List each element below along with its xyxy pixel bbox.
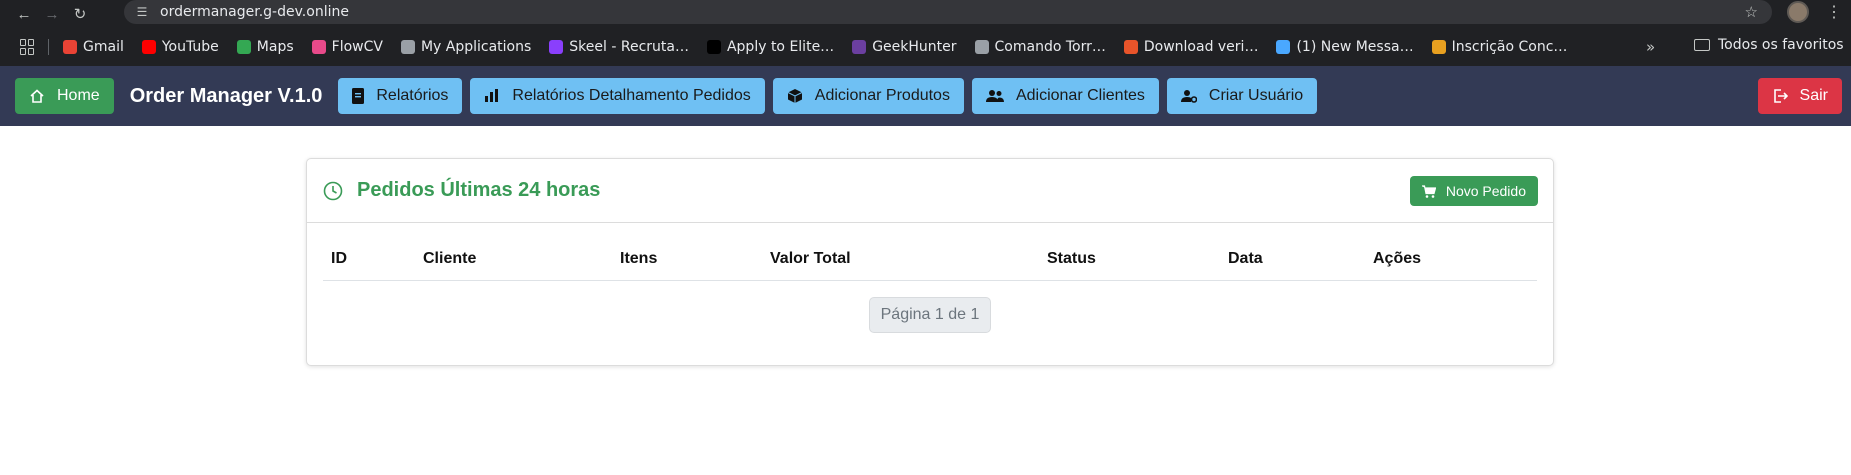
orders-table: ID Cliente Itens Valor Total Status Data… — [323, 243, 1537, 281]
logout-icon — [1772, 88, 1788, 104]
geekhunter-icon — [852, 40, 867, 54]
adicionar-clientes-button[interactable]: Adicionar Clientes — [971, 78, 1159, 114]
reload-button[interactable]: ↻ — [66, 0, 94, 28]
forward-button[interactable]: → — [38, 0, 66, 28]
card-header: Pedidos Últimas 24 horas Novo Pedido — [307, 159, 1553, 223]
column-header-itens: Itens — [620, 250, 658, 267]
bookmark-item[interactable]: FlowCV — [311, 39, 383, 55]
wordpress-icon — [974, 40, 989, 54]
home-label: Home — [57, 87, 100, 104]
bookmarks-separator — [48, 39, 49, 55]
bookmarks-bar: Gmail YouTube Maps FlowCV My Applications Ske… — [0, 28, 1851, 66]
bookmark-label: YouTube — [161, 39, 219, 55]
youtube-icon — [141, 40, 156, 54]
adicionar-produtos-button[interactable]: Adicionar Produtos — [772, 78, 964, 114]
bookmark-label: Comando Torr… — [994, 39, 1106, 55]
bookmark-item[interactable]: Apply to Elite… — [706, 39, 835, 55]
bar-chart-icon — [484, 89, 500, 103]
bookmark-star-icon[interactable]: ☆ — [1745, 3, 1758, 21]
users-icon — [985, 89, 1004, 103]
apps-grid-icon[interactable] — [20, 39, 36, 55]
play-icon — [1276, 40, 1291, 54]
sair-label: Sair — [1799, 87, 1828, 104]
column-header-status: Status — [1047, 250, 1096, 267]
profile-avatar[interactable] — [1787, 1, 1809, 23]
globe-icon — [400, 40, 415, 54]
site-info-icon[interactable]: ☰ — [134, 4, 150, 20]
sair-button[interactable]: Sair — [1757, 78, 1842, 114]
bookmark-item[interactable]: My Applications — [400, 39, 532, 55]
app-navbar: Home Order Manager V.1.0 Relatórios Rela… — [0, 66, 1851, 126]
all-bookmarks-folder[interactable]: Todos os favoritos — [1694, 37, 1844, 53]
bookmark-item[interactable]: Maps — [236, 39, 294, 55]
address-bar-row: ← → ↻ ☰ ordermanager.g-dev.online ☆ ⋮ — [0, 0, 1851, 28]
relatorios-label: Relatórios — [376, 87, 449, 104]
adicionar-clientes-label: Adicionar Clientes — [1015, 87, 1145, 104]
bookmark-item[interactable]: (1) New Messa… — [1276, 39, 1414, 55]
all-bookmarks-label: Todos os favoritos — [1718, 37, 1844, 53]
bookmark-label: Apply to Elite… — [726, 39, 835, 55]
bookmark-item[interactable]: YouTube — [141, 39, 219, 55]
pagination-indicator[interactable]: Página 1 de 1 — [869, 297, 991, 333]
bookmark-item[interactable]: Skeel - Recruta… — [549, 39, 689, 55]
orders-card: Pedidos Últimas 24 horas Novo Pedido ID … — [306, 158, 1554, 366]
clock-icon — [323, 181, 343, 201]
bookmark-label: My Applications — [420, 39, 532, 55]
inscricao-icon — [1431, 40, 1446, 54]
bookmark-item[interactable]: Gmail — [63, 39, 124, 55]
bookmark-item[interactable]: Comando Torr… — [974, 39, 1106, 55]
novo-pedido-label: Novo Pedido — [1445, 183, 1526, 199]
flowcv-icon — [311, 40, 326, 54]
omnibox[interactable]: ☰ ordermanager.g-dev.online ☆ — [124, 0, 1772, 24]
table-header-row: ID Cliente Itens Valor Total Status Data… — [323, 243, 1537, 281]
more-bookmarks-icon[interactable]: » — [1646, 38, 1655, 56]
gmail-icon — [63, 40, 77, 54]
column-header-acoes: Ações — [1373, 250, 1422, 267]
relatorios-detalhamento-button[interactable]: Relatórios Detalhamento Pedidos — [470, 78, 765, 114]
bookmark-label: Gmail — [83, 39, 124, 55]
bookmark-label: Skeel - Recruta… — [569, 39, 689, 55]
card-title: Pedidos Últimas 24 horas — [357, 179, 601, 201]
relatorios-detalhamento-label: Relatórios Detalhamento Pedidos — [512, 87, 751, 104]
bookmark-item[interactable]: Inscrição Conc… — [1431, 39, 1568, 55]
bookmark-label: (1) New Messa… — [1296, 39, 1414, 55]
house-icon — [29, 88, 45, 104]
back-button[interactable]: ← — [10, 0, 38, 28]
adicionar-produtos-label: Adicionar Produtos — [814, 87, 950, 104]
column-header-cliente: Cliente — [423, 250, 477, 267]
document-icon — [352, 88, 365, 104]
bookmark-label: FlowCV — [331, 39, 383, 55]
maps-icon — [236, 40, 251, 54]
bookmark-label: Maps — [256, 39, 294, 55]
browser-chrome: ← → ↻ ☰ ordermanager.g-dev.online ☆ ⋮ Gm… — [0, 0, 1851, 66]
app-brand: Order Manager V.1.0 — [129, 84, 323, 107]
bookmark-item[interactable]: GeekHunter — [852, 39, 957, 55]
column-header-valor-total: Valor Total — [770, 250, 851, 267]
skeel-icon — [549, 40, 564, 54]
home-button[interactable]: Home — [15, 78, 114, 114]
column-header-data: Data — [1228, 250, 1263, 267]
criar-usuario-button[interactable]: Criar Usuário — [1166, 78, 1318, 114]
box-icon — [787, 88, 803, 104]
menu-kebab-icon[interactable]: ⋮ — [1826, 2, 1842, 22]
column-header-id: ID — [331, 250, 347, 267]
novo-pedido-button[interactable]: Novo Pedido — [1409, 176, 1538, 206]
relatorios-button[interactable]: Relatórios — [338, 78, 463, 114]
cart-icon — [1421, 184, 1436, 198]
bookmark-label: GeekHunter — [872, 39, 957, 55]
criar-usuario-label: Criar Usuário — [1208, 87, 1304, 104]
folder-icon — [1694, 39, 1710, 51]
user-cog-icon — [1180, 89, 1197, 103]
elite-icon — [706, 40, 721, 54]
url-text[interactable]: ordermanager.g-dev.online — [160, 4, 349, 20]
download-x-icon — [1123, 40, 1138, 54]
bookmark-label: Download veri… — [1143, 39, 1259, 55]
bookmark-item[interactable]: Download veri… — [1123, 39, 1259, 55]
bookmark-label: Inscrição Conc… — [1451, 39, 1568, 55]
